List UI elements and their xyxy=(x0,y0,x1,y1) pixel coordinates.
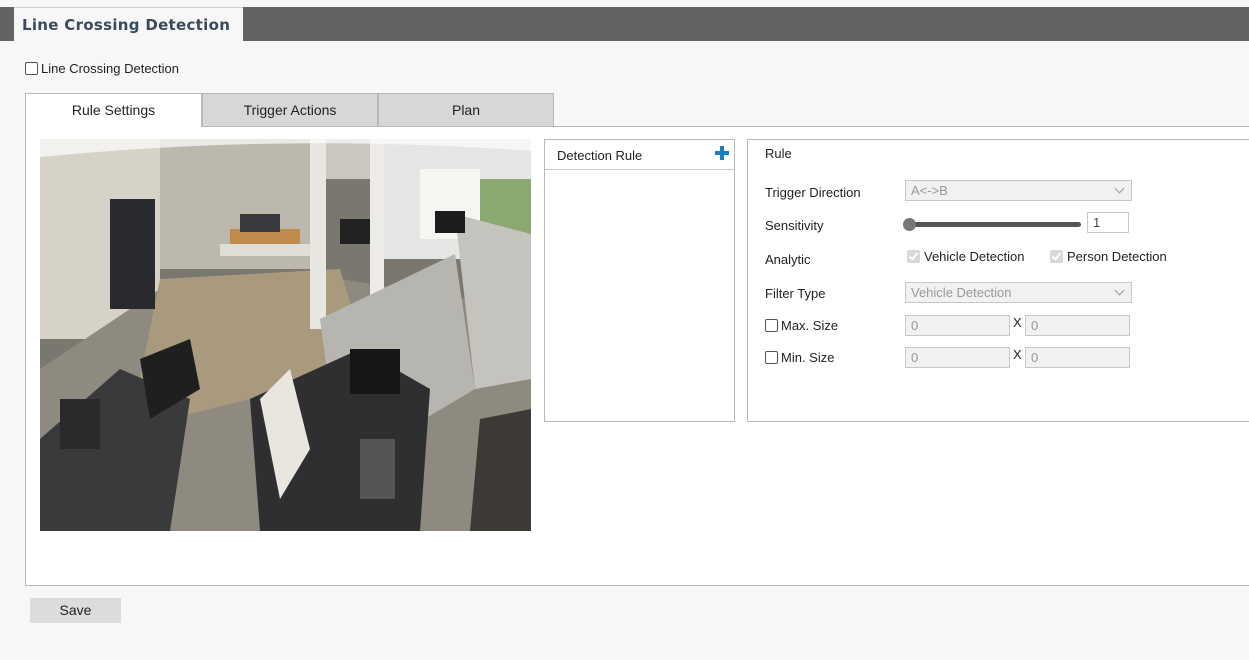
filter-type-select[interactable]: Vehicle Detection xyxy=(905,282,1132,303)
trigger-direction-value: A<->B xyxy=(911,183,948,198)
min-size-checkbox[interactable] xyxy=(765,351,778,364)
plus-icon[interactable] xyxy=(713,144,731,162)
tab-plan[interactable]: Plan xyxy=(378,93,554,126)
person-detection-label: Person Detection xyxy=(1067,249,1167,264)
camera-preview[interactable] xyxy=(40,139,531,531)
vehicle-detection-checkbox[interactable] xyxy=(907,250,920,263)
sensitivity-slider-track[interactable] xyxy=(907,222,1081,227)
detection-rule-list: Detection Rule xyxy=(544,139,735,422)
max-size-checkbox[interactable] xyxy=(765,319,778,332)
max-size-height-input[interactable]: 0 xyxy=(1025,315,1130,336)
detection-rule-label: Detection Rule xyxy=(557,148,643,163)
chevron-down-icon xyxy=(1114,183,1125,194)
max-size-label: Max. Size xyxy=(781,318,839,333)
analytic-person-option[interactable]: Person Detection xyxy=(1050,249,1167,264)
video-overlay-marker xyxy=(677,313,687,323)
tab-trigger-actions[interactable]: Trigger Actions xyxy=(202,93,378,126)
min-size-height-input[interactable]: 0 xyxy=(1025,347,1130,368)
min-size-width-input[interactable]: 0 xyxy=(905,347,1010,368)
analytic-vehicle-option[interactable]: Vehicle Detection xyxy=(907,249,1024,264)
enable-label: Line Crossing Detection xyxy=(41,61,180,76)
min-size-label: Min. Size xyxy=(781,350,835,365)
enable-line-crossing-row[interactable]: Line Crossing Detection xyxy=(25,61,179,76)
min-size-row[interactable]: Min. Size xyxy=(765,350,834,365)
vehicle-detection-label: Vehicle Detection xyxy=(924,249,1025,264)
page-title: Line Crossing Detection xyxy=(14,7,243,42)
sensitivity-input[interactable]: 1 xyxy=(1087,212,1129,233)
trigger-direction-select[interactable]: A<->B xyxy=(905,180,1132,201)
detection-rule-header: Detection Rule xyxy=(545,140,734,170)
sensitivity-slider-handle[interactable] xyxy=(903,218,916,231)
sensitivity-label: Sensitivity xyxy=(765,218,824,233)
rule-title: Rule xyxy=(765,146,792,161)
camera-frame-image xyxy=(40,139,531,531)
max-size-width-input[interactable]: 0 xyxy=(905,315,1010,336)
person-detection-checkbox[interactable] xyxy=(1050,250,1063,263)
enable-checkbox[interactable] xyxy=(25,62,38,75)
min-size-x-separator: X xyxy=(1013,347,1022,362)
max-size-x-separator: X xyxy=(1013,315,1022,330)
filter-type-value: Vehicle Detection xyxy=(911,285,1012,300)
analytic-label: Analytic xyxy=(765,252,811,267)
filter-type-label: Filter Type xyxy=(765,286,826,301)
save-button[interactable]: Save xyxy=(30,598,121,623)
max-size-row[interactable]: Max. Size xyxy=(765,318,838,333)
trigger-direction-label: Trigger Direction xyxy=(765,185,861,200)
chevron-down-icon xyxy=(1114,285,1125,296)
tab-rule-settings[interactable]: Rule Settings xyxy=(25,93,202,127)
